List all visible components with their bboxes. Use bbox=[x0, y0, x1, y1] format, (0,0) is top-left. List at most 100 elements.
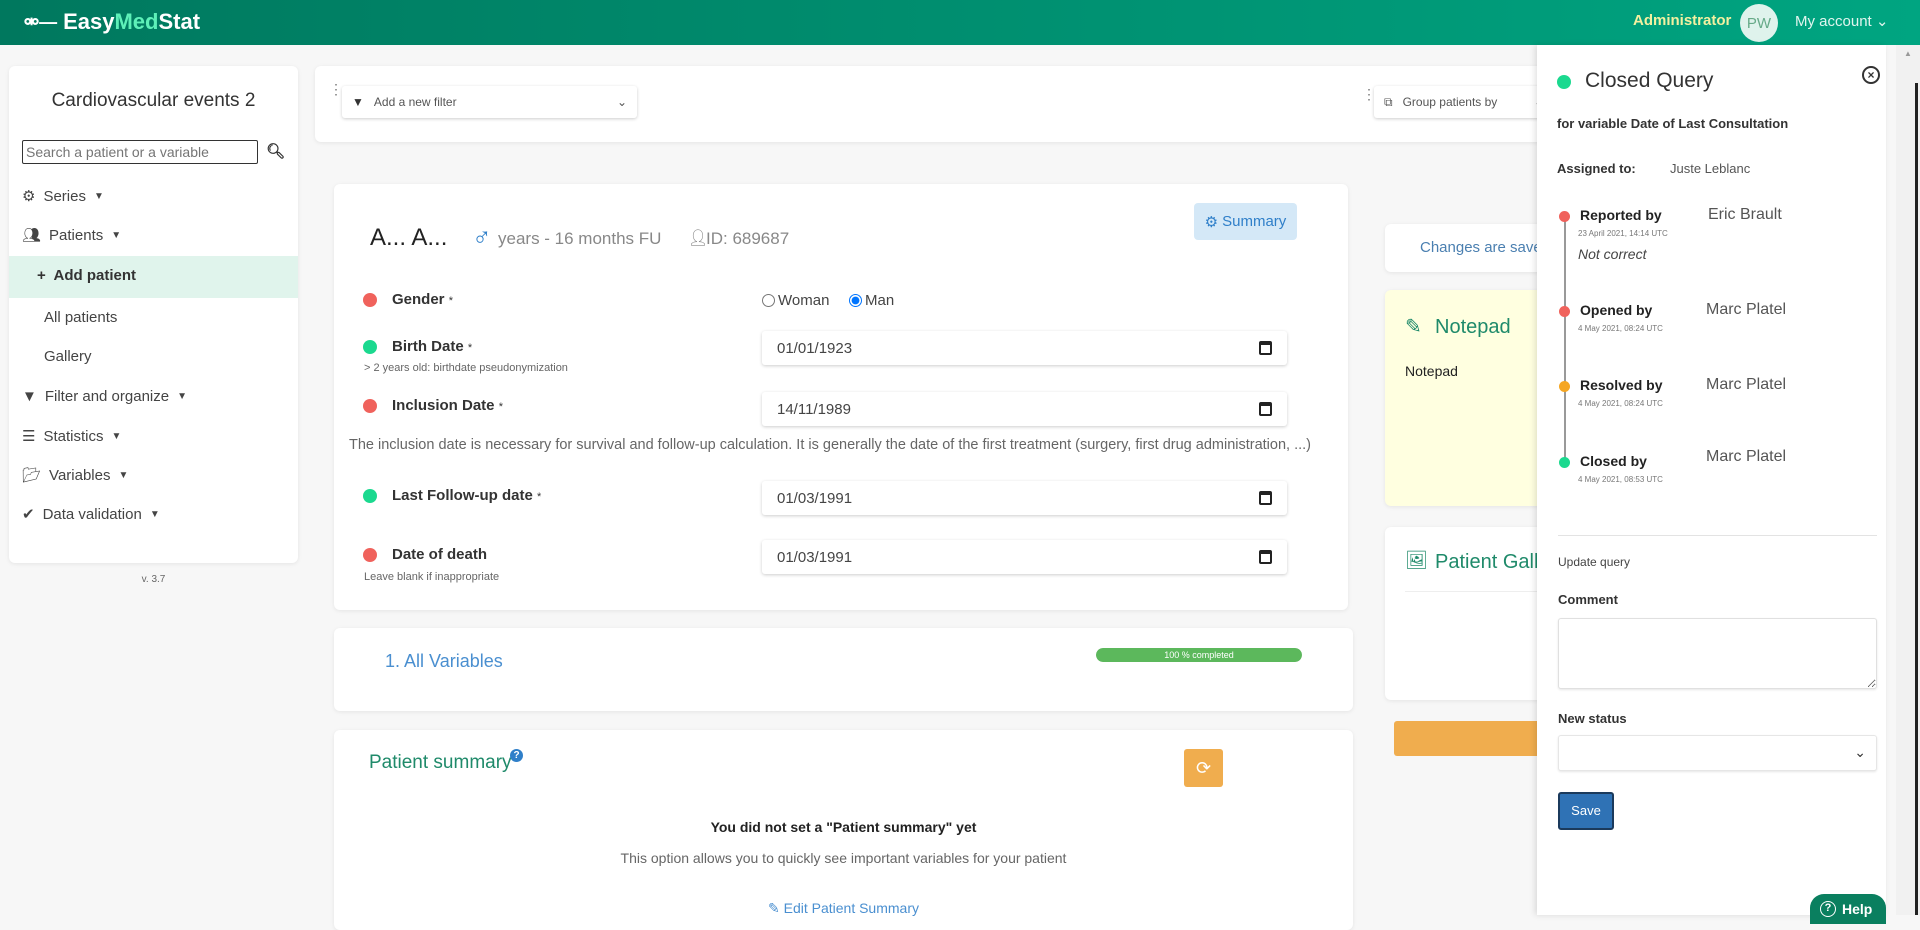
timeline-user: Marc Platel bbox=[1706, 448, 1787, 465]
timeline-date: 4 May 2021, 08:53 UTC bbox=[1578, 475, 1663, 484]
pencil-icon: ✎ bbox=[767, 900, 780, 916]
notepad-text[interactable]: Notepad bbox=[1405, 363, 1458, 379]
field-label-last-follow-up: Last Follow-up date * bbox=[392, 487, 542, 504]
summary-empty-title: You did not set a "Patient summary" yet bbox=[710, 819, 977, 835]
comment-label: Comment bbox=[1558, 592, 1618, 607]
save-button[interactable]: Save bbox=[1558, 792, 1614, 830]
status-dot[interactable] bbox=[363, 340, 377, 354]
timeline-user: Eric Brault bbox=[1708, 206, 1782, 223]
field-label-inclusion-date: Inclusion Date * bbox=[392, 397, 503, 414]
gear-icon: ⚙ bbox=[1204, 213, 1219, 231]
filter-toolbar: ⋮ ▼ Add a new filter ⌄ ⋮ ⧉ Group patients b… bbox=[315, 66, 1555, 142]
scrollbar[interactable]: ▲ bbox=[1896, 45, 1920, 915]
timeline-line bbox=[1564, 217, 1566, 467]
date-of-death-input[interactable]: 01/03/1991 bbox=[762, 540, 1287, 574]
field-hint: > 2 years old: birthdate pseudonymizatio… bbox=[364, 362, 568, 374]
chevron-down-icon: ⌄ bbox=[1854, 744, 1866, 760]
search-input[interactable] bbox=[22, 140, 258, 164]
sidebar-item-variables[interactable]: 📂︎ Variables ▼ bbox=[22, 466, 128, 485]
radio-man[interactable]: Man bbox=[849, 292, 894, 309]
patient-gallery-title: Patient Galle bbox=[1435, 551, 1550, 573]
sidebar: Cardiovascular events 2 🔍︎ ⚙Series▼ 👥︎Pa… bbox=[9, 66, 298, 563]
calendar-icon[interactable] bbox=[1259, 491, 1272, 505]
my-account-menu[interactable]: My account ⌄ bbox=[1795, 12, 1888, 30]
caret-icon: ▼ bbox=[111, 430, 122, 442]
patient-summary-title: Patient summary bbox=[369, 752, 512, 773]
summary-description: This option allows you to quickly see im… bbox=[620, 850, 1067, 866]
new-status-label: New status bbox=[1558, 711, 1627, 726]
sidebar-item-data-validation[interactable]: ✔ Data validation ▼ bbox=[22, 505, 160, 524]
refresh-icon: ⟳ bbox=[1195, 758, 1212, 778]
birth-date-input[interactable]: 01/01/1923 bbox=[762, 331, 1287, 365]
avatar[interactable]: PW bbox=[1740, 4, 1778, 42]
sidebar-item-filter[interactable]: ▼ Filter and organize ▼ bbox=[22, 388, 187, 405]
add-filter-dropdown[interactable]: ▼ Add a new filter ⌄ bbox=[342, 86, 637, 118]
sidebar-item-patients[interactable]: 👥︎ Patients ▼ bbox=[22, 226, 121, 245]
timeline-label: Closed by bbox=[1580, 453, 1647, 469]
copy-icon: ⧉ bbox=[1384, 94, 1393, 109]
sidebar-item-all-patients[interactable]: All patients bbox=[44, 309, 117, 326]
timeline-label: Opened by bbox=[1580, 302, 1653, 318]
field-hint: Leave blank if inappropriate bbox=[364, 571, 500, 583]
timeline-dot bbox=[1559, 211, 1570, 222]
summary-button[interactable]: ⚙ Summary bbox=[1194, 203, 1297, 240]
progress-bar: 100 % completed bbox=[1096, 648, 1302, 662]
last-follow-up-input[interactable]: 01/03/1991 bbox=[762, 481, 1287, 515]
new-status-select[interactable]: ⌄ bbox=[1558, 735, 1877, 771]
male-icon: ♂ bbox=[472, 222, 492, 252]
sidebar-item-add-patient[interactable]: + Add patient bbox=[9, 256, 298, 298]
assigned-label: Assigned to: bbox=[1557, 161, 1636, 176]
status-dot[interactable] bbox=[363, 399, 377, 413]
calendar-icon[interactable] bbox=[1259, 341, 1272, 355]
radio-woman[interactable]: Woman bbox=[762, 292, 829, 309]
progress-fill: 100 % completed bbox=[1096, 648, 1302, 662]
calendar-icon[interactable] bbox=[1259, 402, 1272, 416]
timeline-dot bbox=[1559, 306, 1570, 317]
status-dot bbox=[1557, 75, 1571, 89]
folder-icon: 📂︎ bbox=[22, 467, 42, 484]
sidebar-item-series[interactable]: ⚙ Series ▼ bbox=[22, 187, 104, 206]
help-button[interactable]: ? Help bbox=[1810, 894, 1886, 924]
sidebar-item-statistics[interactable]: ☰ Statistics ▼ bbox=[22, 427, 122, 446]
drag-handle-icon[interactable]: ⋮ bbox=[329, 82, 343, 96]
timeline-date: 4 May 2021, 08:24 UTC bbox=[1578, 324, 1663, 333]
update-query-label: Update query bbox=[1558, 555, 1631, 569]
inclusion-note: The inclusion date is necessary for surv… bbox=[349, 437, 1311, 453]
pencil-icon: ✎ bbox=[1405, 316, 1422, 338]
edit-patient-summary-link[interactable]: ✎ Edit Patient Summary bbox=[334, 900, 1353, 917]
user-role: Administrator bbox=[1633, 12, 1732, 29]
scroll-up-icon[interactable]: ▲ bbox=[1904, 49, 1912, 58]
timeline-user: Marc Platel bbox=[1706, 301, 1787, 318]
gear-icon: ⚙ bbox=[22, 188, 36, 205]
status-dot[interactable] bbox=[363, 293, 377, 307]
timeline-label: Resolved by bbox=[1580, 377, 1663, 393]
status-dot[interactable] bbox=[363, 548, 377, 562]
close-icon[interactable]: × bbox=[1862, 66, 1880, 84]
query-variable: for variable Date of Last Consultation bbox=[1557, 116, 1789, 131]
inclusion-date-input[interactable]: 14/11/1989 bbox=[762, 392, 1287, 426]
orange-action-button[interactable] bbox=[1394, 721, 1554, 756]
query-status-title: Closed Query bbox=[1585, 69, 1714, 92]
field-label-date-of-death: Date of death bbox=[392, 546, 488, 563]
status-dot[interactable] bbox=[363, 489, 377, 503]
search-icon[interactable]: 🔍︎ bbox=[266, 142, 285, 160]
list-icon: ☰ bbox=[22, 428, 36, 445]
patient-age: years - 16 months FU bbox=[498, 229, 662, 248]
caret-icon: ▼ bbox=[177, 391, 187, 402]
divider bbox=[1558, 535, 1877, 536]
version: v. 3.7 bbox=[141, 574, 166, 585]
chevron-down-icon: ⌄ bbox=[616, 95, 627, 109]
help-circle-icon[interactable]: ? bbox=[510, 749, 523, 762]
refresh-button[interactable]: ⟳ bbox=[1184, 749, 1223, 787]
all-variables-link[interactable]: 1. All Variables bbox=[385, 651, 503, 672]
top-navbar: ⚮— EasyMedStat Administrator PW My accou… bbox=[0, 0, 1920, 45]
patient-id: ID: 689687 bbox=[706, 229, 790, 248]
sidebar-item-gallery[interactable]: Gallery bbox=[44, 348, 92, 365]
comment-textarea[interactable] bbox=[1558, 618, 1877, 689]
plus-icon: + bbox=[37, 267, 46, 284]
logo[interactable]: ⚮— EasyMedStat bbox=[24, 9, 200, 35]
calendar-icon[interactable] bbox=[1259, 550, 1272, 564]
field-label-gender: Gender * bbox=[392, 291, 453, 308]
group-patients-dropdown[interactable]: ⧉Group patients by⌄ bbox=[1374, 86, 1554, 118]
scrollbar-thumb[interactable] bbox=[1915, 83, 1918, 915]
